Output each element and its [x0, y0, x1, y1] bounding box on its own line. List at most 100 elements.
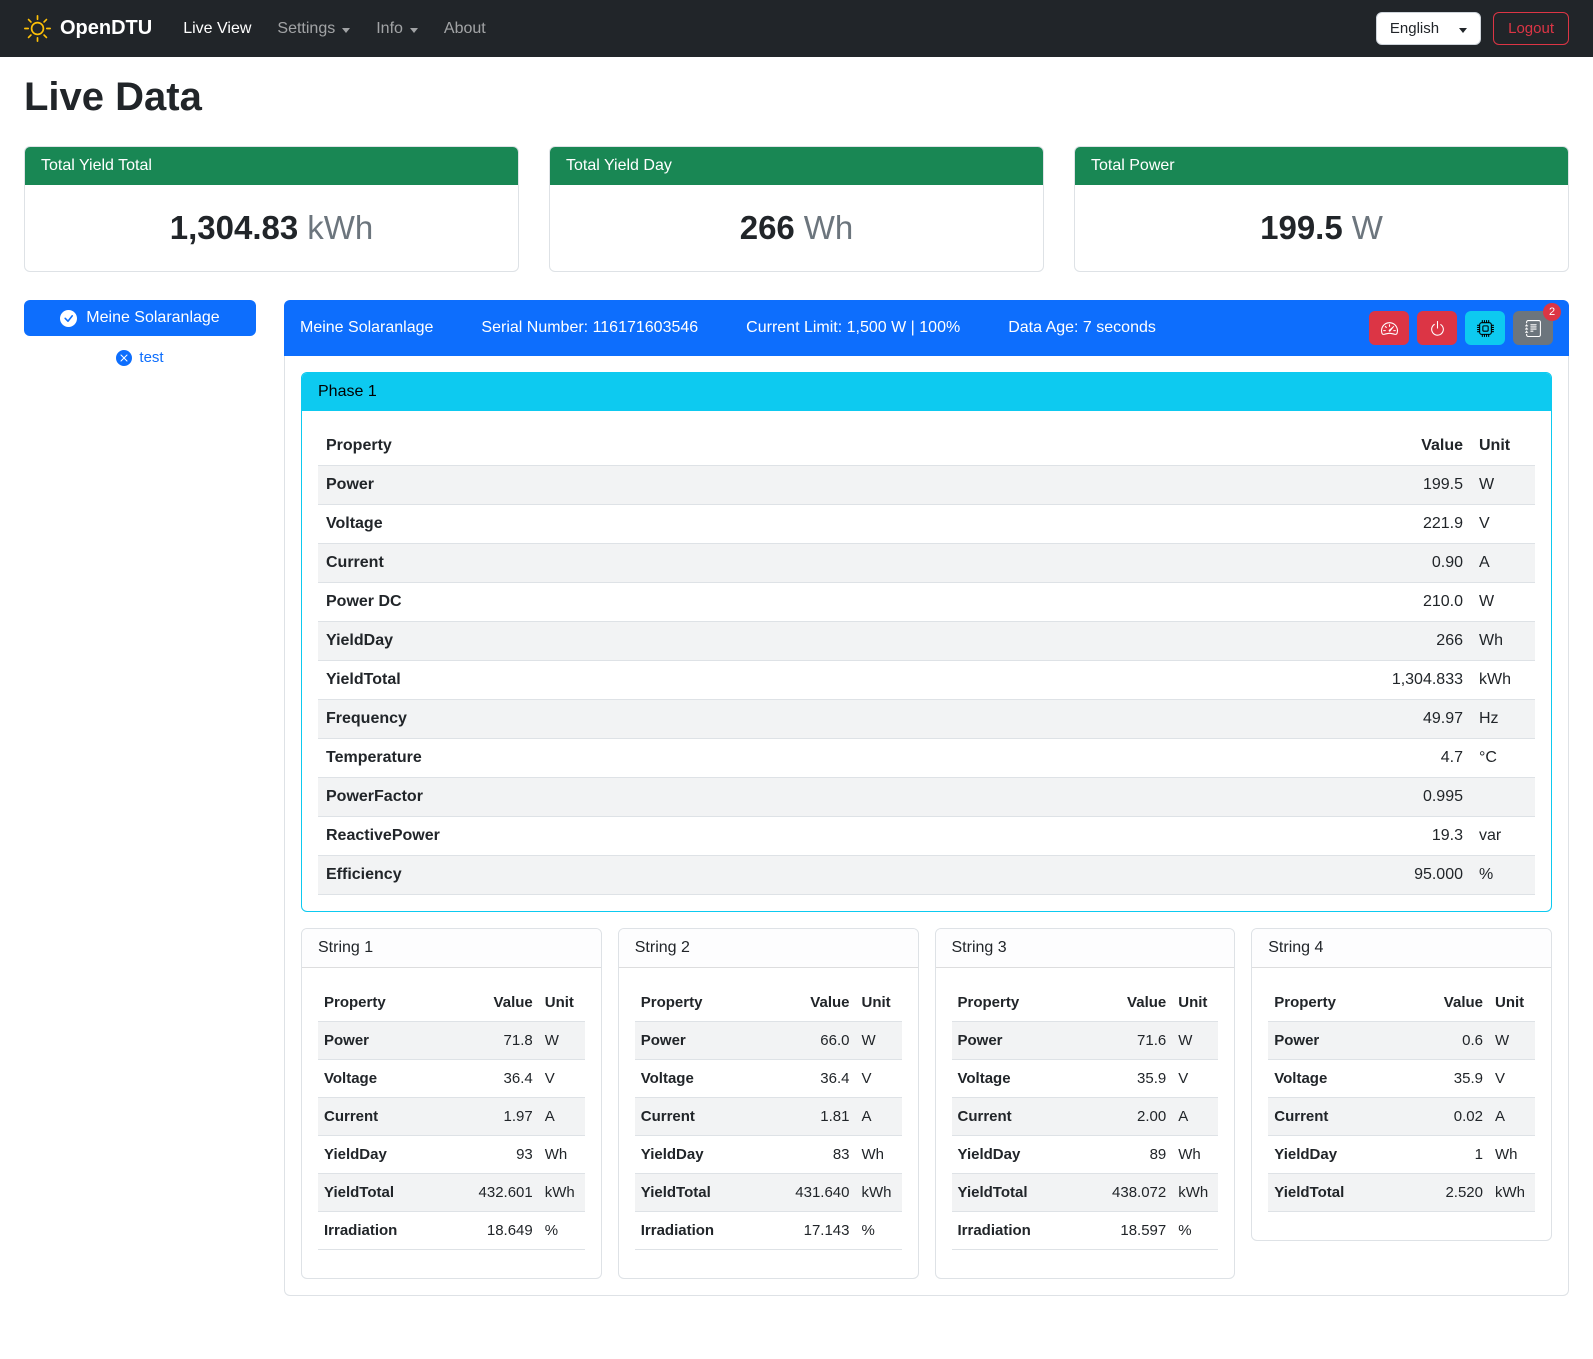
summary-card-total-yield-day: Total Yield Day 266Wh: [549, 146, 1044, 272]
inverter-select-label: Meine Solaranlage: [86, 309, 219, 327]
row-unit: %: [1172, 1212, 1218, 1250]
string-card-title: String 2: [619, 929, 918, 968]
table-row: YieldTotal431.640kWh: [635, 1174, 902, 1212]
row-unit: [1471, 778, 1535, 817]
table-row: Power71.6W: [952, 1022, 1219, 1060]
row-unit: Hz: [1471, 700, 1535, 739]
power-icon: [1429, 320, 1446, 337]
inverter-select-button[interactable]: Meine Solaranlage: [24, 300, 256, 336]
row-unit: A: [539, 1098, 585, 1136]
row-unit: Wh: [1471, 622, 1535, 661]
string-table: Property Value Unit Power66.0WVoltage36.…: [635, 984, 902, 1250]
row-value: 35.9: [1415, 1060, 1489, 1098]
top-navbar: OpenDTU Live View Settings Info About En…: [0, 0, 1593, 57]
chevron-down-icon: [410, 28, 418, 33]
row-unit: W: [1471, 466, 1535, 505]
sun-icon: [24, 15, 51, 42]
nav-item-label: Live View: [183, 20, 251, 38]
language-select[interactable]: English: [1376, 12, 1481, 45]
table-row: Irradiation18.597%: [952, 1212, 1219, 1250]
table-header-row: Property Value Unit: [952, 984, 1219, 1022]
row-unit: V: [1172, 1060, 1218, 1098]
row-value: 17.143: [782, 1212, 856, 1250]
row-property: YieldDay: [952, 1136, 1099, 1174]
row-property: Voltage: [318, 505, 1341, 544]
summary-card-value: 199.5: [1260, 209, 1343, 246]
table-row: Current0.02A: [1268, 1098, 1535, 1136]
brand-logo[interactable]: OpenDTU: [24, 15, 152, 42]
row-property: Power: [318, 466, 1341, 505]
row-unit: kWh: [539, 1174, 585, 1212]
table-row: YieldTotal432.601kWh: [318, 1174, 585, 1212]
row-unit: kWh: [1172, 1174, 1218, 1212]
check-circle-icon: [60, 310, 77, 327]
row-value: 36.4: [465, 1060, 539, 1098]
row-value: 89: [1098, 1136, 1172, 1174]
row-property: Voltage: [1268, 1060, 1415, 1098]
row-property: Voltage: [952, 1060, 1099, 1098]
event-count-badge: 2: [1543, 303, 1561, 321]
row-property: Power: [318, 1022, 465, 1060]
column-header-value: Value: [1341, 427, 1471, 466]
logout-button[interactable]: Logout: [1493, 12, 1569, 45]
table-row: Efficiency95.000%: [318, 856, 1535, 895]
row-property: Power: [952, 1022, 1099, 1060]
table-row: Current0.90A: [318, 544, 1535, 583]
column-header-property: Property: [635, 984, 782, 1022]
phase-card-title: Phase 1: [302, 373, 1551, 411]
row-unit: V: [1471, 505, 1535, 544]
row-value: 49.97: [1341, 700, 1471, 739]
nav-item-info[interactable]: Info: [363, 12, 431, 46]
row-property: Current: [318, 544, 1341, 583]
table-row: Power0.6W: [1268, 1022, 1535, 1060]
row-unit: var: [1471, 817, 1535, 856]
navbar-left: OpenDTU Live View Settings Info About: [24, 12, 499, 46]
row-property: Temperature: [318, 739, 1341, 778]
row-value: 1.97: [465, 1098, 539, 1136]
row-property: YieldTotal: [318, 1174, 465, 1212]
summary-card-total-power: Total Power 199.5W: [1074, 146, 1569, 272]
column-header-value: Value: [1415, 984, 1489, 1022]
column-header-property: Property: [952, 984, 1099, 1022]
table-row: Power66.0W: [635, 1022, 902, 1060]
string-card-3: String 3 Property Value Unit: [935, 928, 1236, 1279]
table-row: YieldDay266Wh: [318, 622, 1535, 661]
page-content: Live Data Total Yield Total 1,304.83kWh …: [0, 75, 1593, 1326]
row-property: YieldTotal: [318, 661, 1341, 700]
power-control-button[interactable]: [1417, 311, 1457, 345]
row-property: Irradiation: [635, 1212, 782, 1250]
row-unit: kWh: [1489, 1174, 1535, 1212]
table-row: YieldTotal1,304.833kWh: [318, 661, 1535, 700]
row-value: 18.597: [1098, 1212, 1172, 1250]
nav-item-settings[interactable]: Settings: [264, 12, 363, 46]
event-log-button[interactable]: 2: [1513, 311, 1553, 345]
string-table: Property Value Unit Power71.6WVoltage35.…: [952, 984, 1219, 1250]
nav-item-about[interactable]: About: [431, 12, 499, 46]
nav-item-live-view[interactable]: Live View: [170, 12, 264, 46]
table-row: Voltage35.9V: [1268, 1060, 1535, 1098]
string-card-body: Property Value Unit Power71.8WVoltage36.…: [302, 968, 601, 1278]
column-header-unit: Unit: [856, 984, 902, 1022]
summary-card-unit: kWh: [307, 209, 373, 246]
string-table: Property Value Unit Power0.6WVoltage35.9…: [1268, 984, 1535, 1212]
summary-cards-row: Total Yield Total 1,304.83kWh Total Yiel…: [24, 146, 1569, 272]
row-value: 18.649: [465, 1212, 539, 1250]
limit-settings-button[interactable]: [1369, 311, 1409, 345]
x-circle-icon: [116, 350, 132, 366]
row-value: 266: [1341, 622, 1471, 661]
table-row: Current1.97A: [318, 1098, 585, 1136]
row-value: 199.5: [1341, 466, 1471, 505]
row-value: 4.7: [1341, 739, 1471, 778]
row-property: YieldTotal: [635, 1174, 782, 1212]
inverter-item-test[interactable]: test: [24, 349, 256, 366]
device-info-button[interactable]: [1465, 311, 1505, 345]
inverter-panel-actions: 2: [1369, 311, 1553, 345]
summary-card-total-yield-total: Total Yield Total 1,304.83kWh: [24, 146, 519, 272]
nav-item-label: Info: [376, 20, 403, 38]
inverter-data-age: Data Age: 7 seconds: [1008, 319, 1156, 337]
summary-card-title: Total Power: [1075, 147, 1568, 185]
row-unit: W: [856, 1022, 902, 1060]
row-property: YieldDay: [635, 1136, 782, 1174]
row-property: Frequency: [318, 700, 1341, 739]
row-value: 431.640: [782, 1174, 856, 1212]
